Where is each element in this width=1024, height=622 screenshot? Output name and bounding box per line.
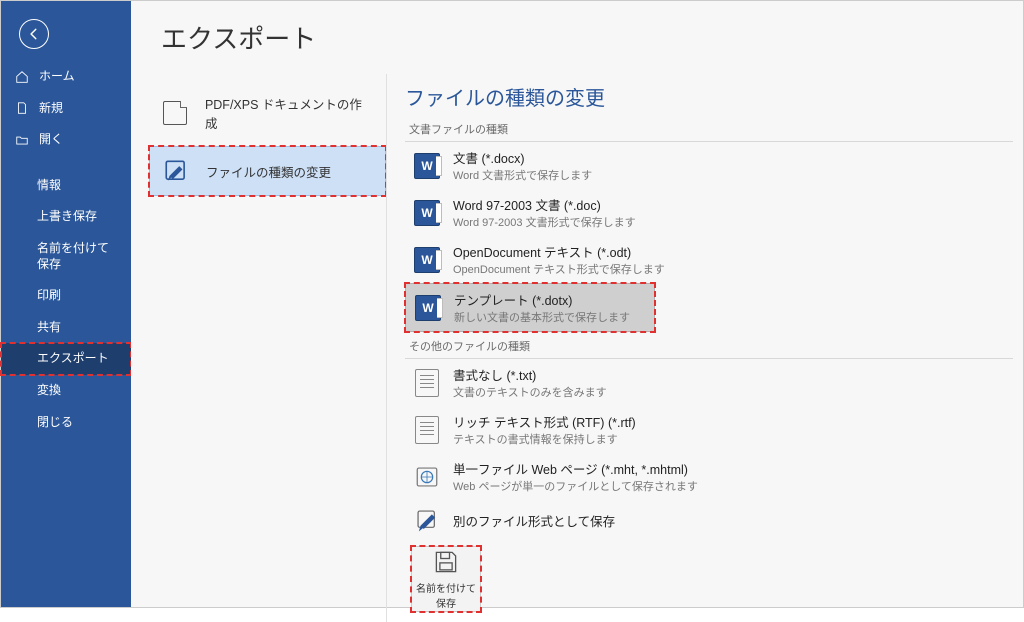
file-type-title: OpenDocument テキスト (*.odt) <box>453 242 665 261</box>
arrow-left-icon <box>27 27 41 41</box>
floppy-save-icon <box>432 548 460 576</box>
file-type-title: 単一ファイル Web ページ (*.mht, *.mhtml) <box>453 459 698 478</box>
nav-label: 新規 <box>39 101 63 117</box>
main-content: エクスポート PDF/XPS ドキュメントの作成 ファイルの種類の変更 ファイル… <box>131 1 1023 607</box>
nav-label: 共有 <box>37 320 61 336</box>
nav-info[interactable]: 情報 <box>1 170 131 202</box>
nav-save[interactable]: 上書き保存 <box>1 201 131 233</box>
backstage-sidebar: ホーム 新規 開く 情報 上書き保存 名前を付けて保存 印刷 共有 エクスポート… <box>1 1 131 607</box>
word-icon: W <box>414 294 442 322</box>
word-icon: W <box>413 152 441 180</box>
open-folder-icon <box>15 133 29 147</box>
back-button[interactable] <box>19 19 49 49</box>
word-icon: W <box>413 199 441 227</box>
nav-label: 変換 <box>37 383 61 399</box>
nav-home[interactable]: ホーム <box>1 61 131 93</box>
text-doc-icon <box>413 369 441 397</box>
file-type-desc: 文書のテキストのみを含みます <box>453 384 607 400</box>
nav-print[interactable]: 印刷 <box>1 280 131 312</box>
nav-close[interactable]: 閉じる <box>1 407 131 439</box>
file-type-title: 文書 (*.docx) <box>453 148 592 167</box>
export-options-list: PDF/XPS ドキュメントの作成 ファイルの種類の変更 <box>131 74 386 622</box>
file-type-desc: Web ページが単一のファイルとして保存されます <box>453 478 698 494</box>
nav-open[interactable]: 開く <box>1 124 131 156</box>
file-type-docx[interactable]: W 文書 (*.docx) Word 文書形式で保存します <box>405 142 1013 189</box>
rtf-doc-icon <box>413 416 441 444</box>
page-title: エクスポート <box>131 1 1023 74</box>
save-as-button-label: 名前を付けて保存 <box>412 580 480 610</box>
file-type-txt[interactable]: 書式なし (*.txt) 文書のテキストのみを含みます <box>405 359 1013 406</box>
nav-label: エクスポート <box>37 351 109 367</box>
pdf-icon <box>161 99 189 127</box>
nav-label: 印刷 <box>37 288 61 304</box>
nav-transform[interactable]: 変換 <box>1 375 131 407</box>
detail-title: ファイルの種類の変更 <box>405 82 1013 111</box>
word-icon: W <box>413 246 441 274</box>
file-type-title: Word 97-2003 文書 (*.doc) <box>453 195 636 214</box>
nav-label: 閉じる <box>37 415 73 431</box>
file-type-title: リッチ テキスト形式 (RTF) (*.rtf) <box>453 412 636 431</box>
home-icon <box>15 70 29 84</box>
file-type-title: テンプレート (*.dotx) <box>454 290 630 309</box>
nav-label: 上書き保存 <box>37 209 97 225</box>
nav-label: 名前を付けて保存 <box>37 241 117 272</box>
export-detail-panel: ファイルの種類の変更 文書ファイルの種類 W 文書 (*.docx) Word … <box>386 74 1023 622</box>
file-type-title: 別のファイル形式として保存 <box>453 511 615 530</box>
save-as-icon <box>413 506 441 534</box>
group-header-other: その他のファイルの種類 <box>405 336 1013 359</box>
file-type-odt[interactable]: W OpenDocument テキスト (*.odt) OpenDocument… <box>405 236 1013 283</box>
change-type-icon <box>162 157 190 185</box>
file-type-desc: Word 文書形式で保存します <box>453 167 592 183</box>
nav-share[interactable]: 共有 <box>1 312 131 344</box>
nav-label: 情報 <box>37 178 61 194</box>
file-type-mht[interactable]: 単一ファイル Web ページ (*.mht, *.mhtml) Web ページが… <box>405 453 1013 500</box>
file-type-doc[interactable]: W Word 97-2003 文書 (*.doc) Word 97-2003 文… <box>405 189 1013 236</box>
file-type-rtf[interactable]: リッチ テキスト形式 (RTF) (*.rtf) テキストの書式情報を保持します <box>405 406 1013 453</box>
nav-new[interactable]: 新規 <box>1 93 131 125</box>
nav-save-as[interactable]: 名前を付けて保存 <box>1 233 131 280</box>
file-type-desc: OpenDocument テキスト形式で保存します <box>453 261 665 277</box>
nav-label: ホーム <box>39 69 75 85</box>
file-type-desc: Word 97-2003 文書形式で保存します <box>453 214 636 230</box>
export-option-pdf[interactable]: PDF/XPS ドキュメントの作成 <box>149 84 386 142</box>
save-as-button[interactable]: 名前を付けて保存 <box>411 546 481 612</box>
file-type-desc: テキストの書式情報を保持します <box>453 431 636 447</box>
group-header-document: 文書ファイルの種類 <box>405 119 1013 142</box>
file-type-desc: 新しい文書の基本形式で保存します <box>454 309 630 325</box>
new-doc-icon <box>15 101 29 115</box>
nav-label: 開く <box>39 132 63 148</box>
export-option-label: ファイルの種類の変更 <box>206 162 331 181</box>
web-page-icon <box>413 463 441 491</box>
file-type-other[interactable]: 別のファイル形式として保存 <box>405 500 1013 540</box>
file-type-dotx[interactable]: W テンプレート (*.dotx) 新しい文書の基本形式で保存します <box>405 283 655 332</box>
export-option-label: PDF/XPS ドキュメントの作成 <box>205 94 374 132</box>
export-option-change-file-type[interactable]: ファイルの種類の変更 <box>149 146 386 196</box>
nav-export[interactable]: エクスポート <box>1 343 131 375</box>
file-type-title: 書式なし (*.txt) <box>453 365 607 384</box>
